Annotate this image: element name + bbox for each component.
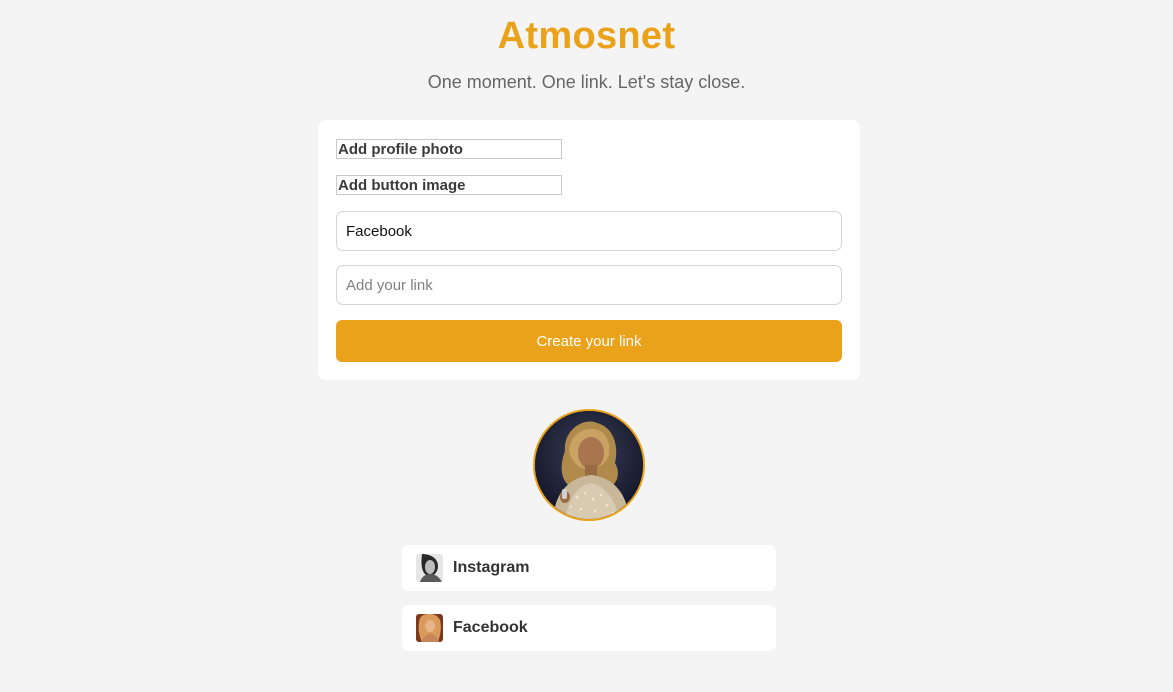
app-title: Atmosnet <box>497 15 676 57</box>
add-profile-photo-button[interactable]: Add profile photo <box>336 139 562 159</box>
link-name-input[interactable] <box>336 211 842 251</box>
page: Atmosnet One moment. One link. Let's sta… <box>0 0 1173 692</box>
add-button-image-button[interactable]: Add button image <box>336 175 562 195</box>
link-form-card: Add profile photo Add button image Creat… <box>318 120 860 380</box>
bw-portrait-thumbnail-icon <box>416 554 443 582</box>
profile-avatar <box>533 409 645 521</box>
app-tagline: One moment. One link. Let's stay close. <box>427 72 746 92</box>
preview-link-label: Facebook <box>453 619 528 636</box>
warm-portrait-thumbnail-icon <box>416 614 443 642</box>
preview-link-item[interactable]: Instagram <box>402 545 776 591</box>
link-url-input[interactable] <box>336 265 842 305</box>
profile-photo-image <box>535 411 643 519</box>
preview-link-label: Instagram <box>453 559 530 576</box>
create-link-button[interactable]: Create your link <box>336 320 842 362</box>
preview-link-item[interactable]: Facebook <box>402 605 776 651</box>
